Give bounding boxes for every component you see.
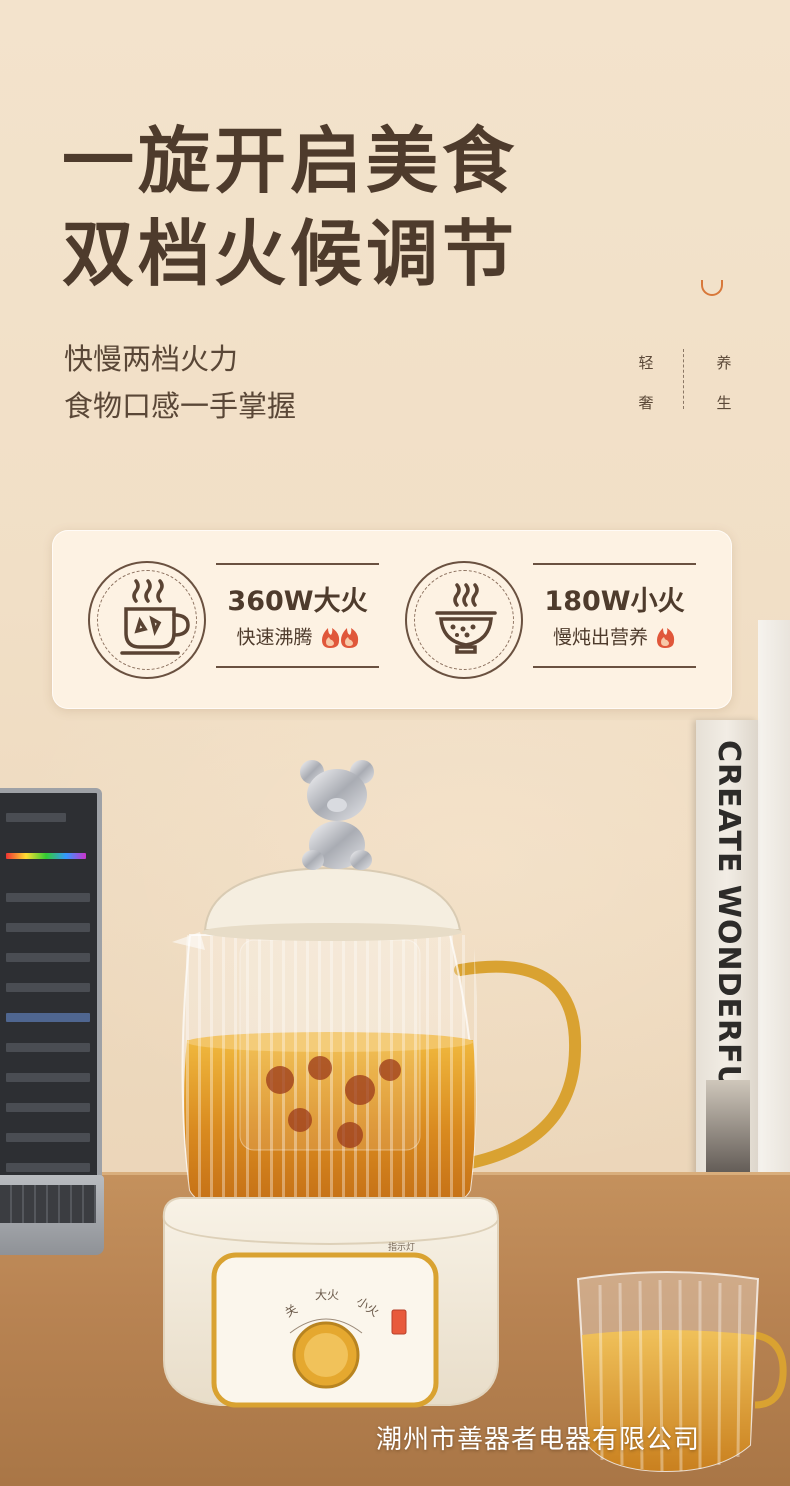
feature-desc-low: 慢炖出营养 bbox=[533, 627, 696, 649]
indicator-label: 指示灯 bbox=[388, 1243, 416, 1253]
glass-kettle-illustration bbox=[162, 760, 582, 1408]
flame-icon bbox=[321, 628, 358, 648]
feature-icon-circle-low bbox=[405, 561, 523, 679]
feature-icon-circle-high bbox=[88, 561, 206, 679]
company-watermark: 潮州市善器者电器有限公司 bbox=[376, 1425, 701, 1455]
subtitle-line-1: 快慢两档火力 bbox=[64, 342, 239, 376]
flame-icon bbox=[657, 628, 675, 648]
decorative-curve bbox=[701, 280, 723, 296]
dial-label-high: 大火 bbox=[315, 1288, 340, 1302]
steaming-bowl-icon bbox=[435, 583, 497, 654]
book-white bbox=[758, 620, 790, 1228]
headline-line-2: 双档火候调节 bbox=[62, 212, 519, 296]
feature-desc-high: 快速沸腾 bbox=[216, 627, 379, 649]
feature-power-high: 360W大火 bbox=[227, 586, 368, 617]
product-scene: CREATE WONDERFUL HOMELIFE 指示灯 关 大火 小火 bbox=[0, 620, 790, 1486]
bear-knob-icon bbox=[300, 760, 374, 870]
feature-power-low: 180W小火 bbox=[544, 586, 685, 617]
feature-panel: 360W大火 快速沸腾 180W小火 慢炖出营养 bbox=[52, 530, 732, 709]
vertical-divider bbox=[683, 349, 684, 409]
feature-text-low: 180W小火 慢炖出营养 bbox=[533, 563, 696, 669]
laptop-keyboard bbox=[0, 1185, 96, 1223]
feature-text-high: 360W大火 快速沸腾 bbox=[216, 563, 379, 669]
laptop-screen bbox=[0, 788, 102, 1180]
steaming-cup-icon bbox=[120, 579, 190, 655]
headline-line-1: 一旋开启美食 bbox=[62, 119, 519, 203]
subtitle-line-2: 食物口感一手掌握 bbox=[64, 389, 297, 423]
vertical-tag-luxury: 轻奢 bbox=[638, 354, 654, 412]
vertical-tag-health: 养生 bbox=[716, 354, 732, 412]
